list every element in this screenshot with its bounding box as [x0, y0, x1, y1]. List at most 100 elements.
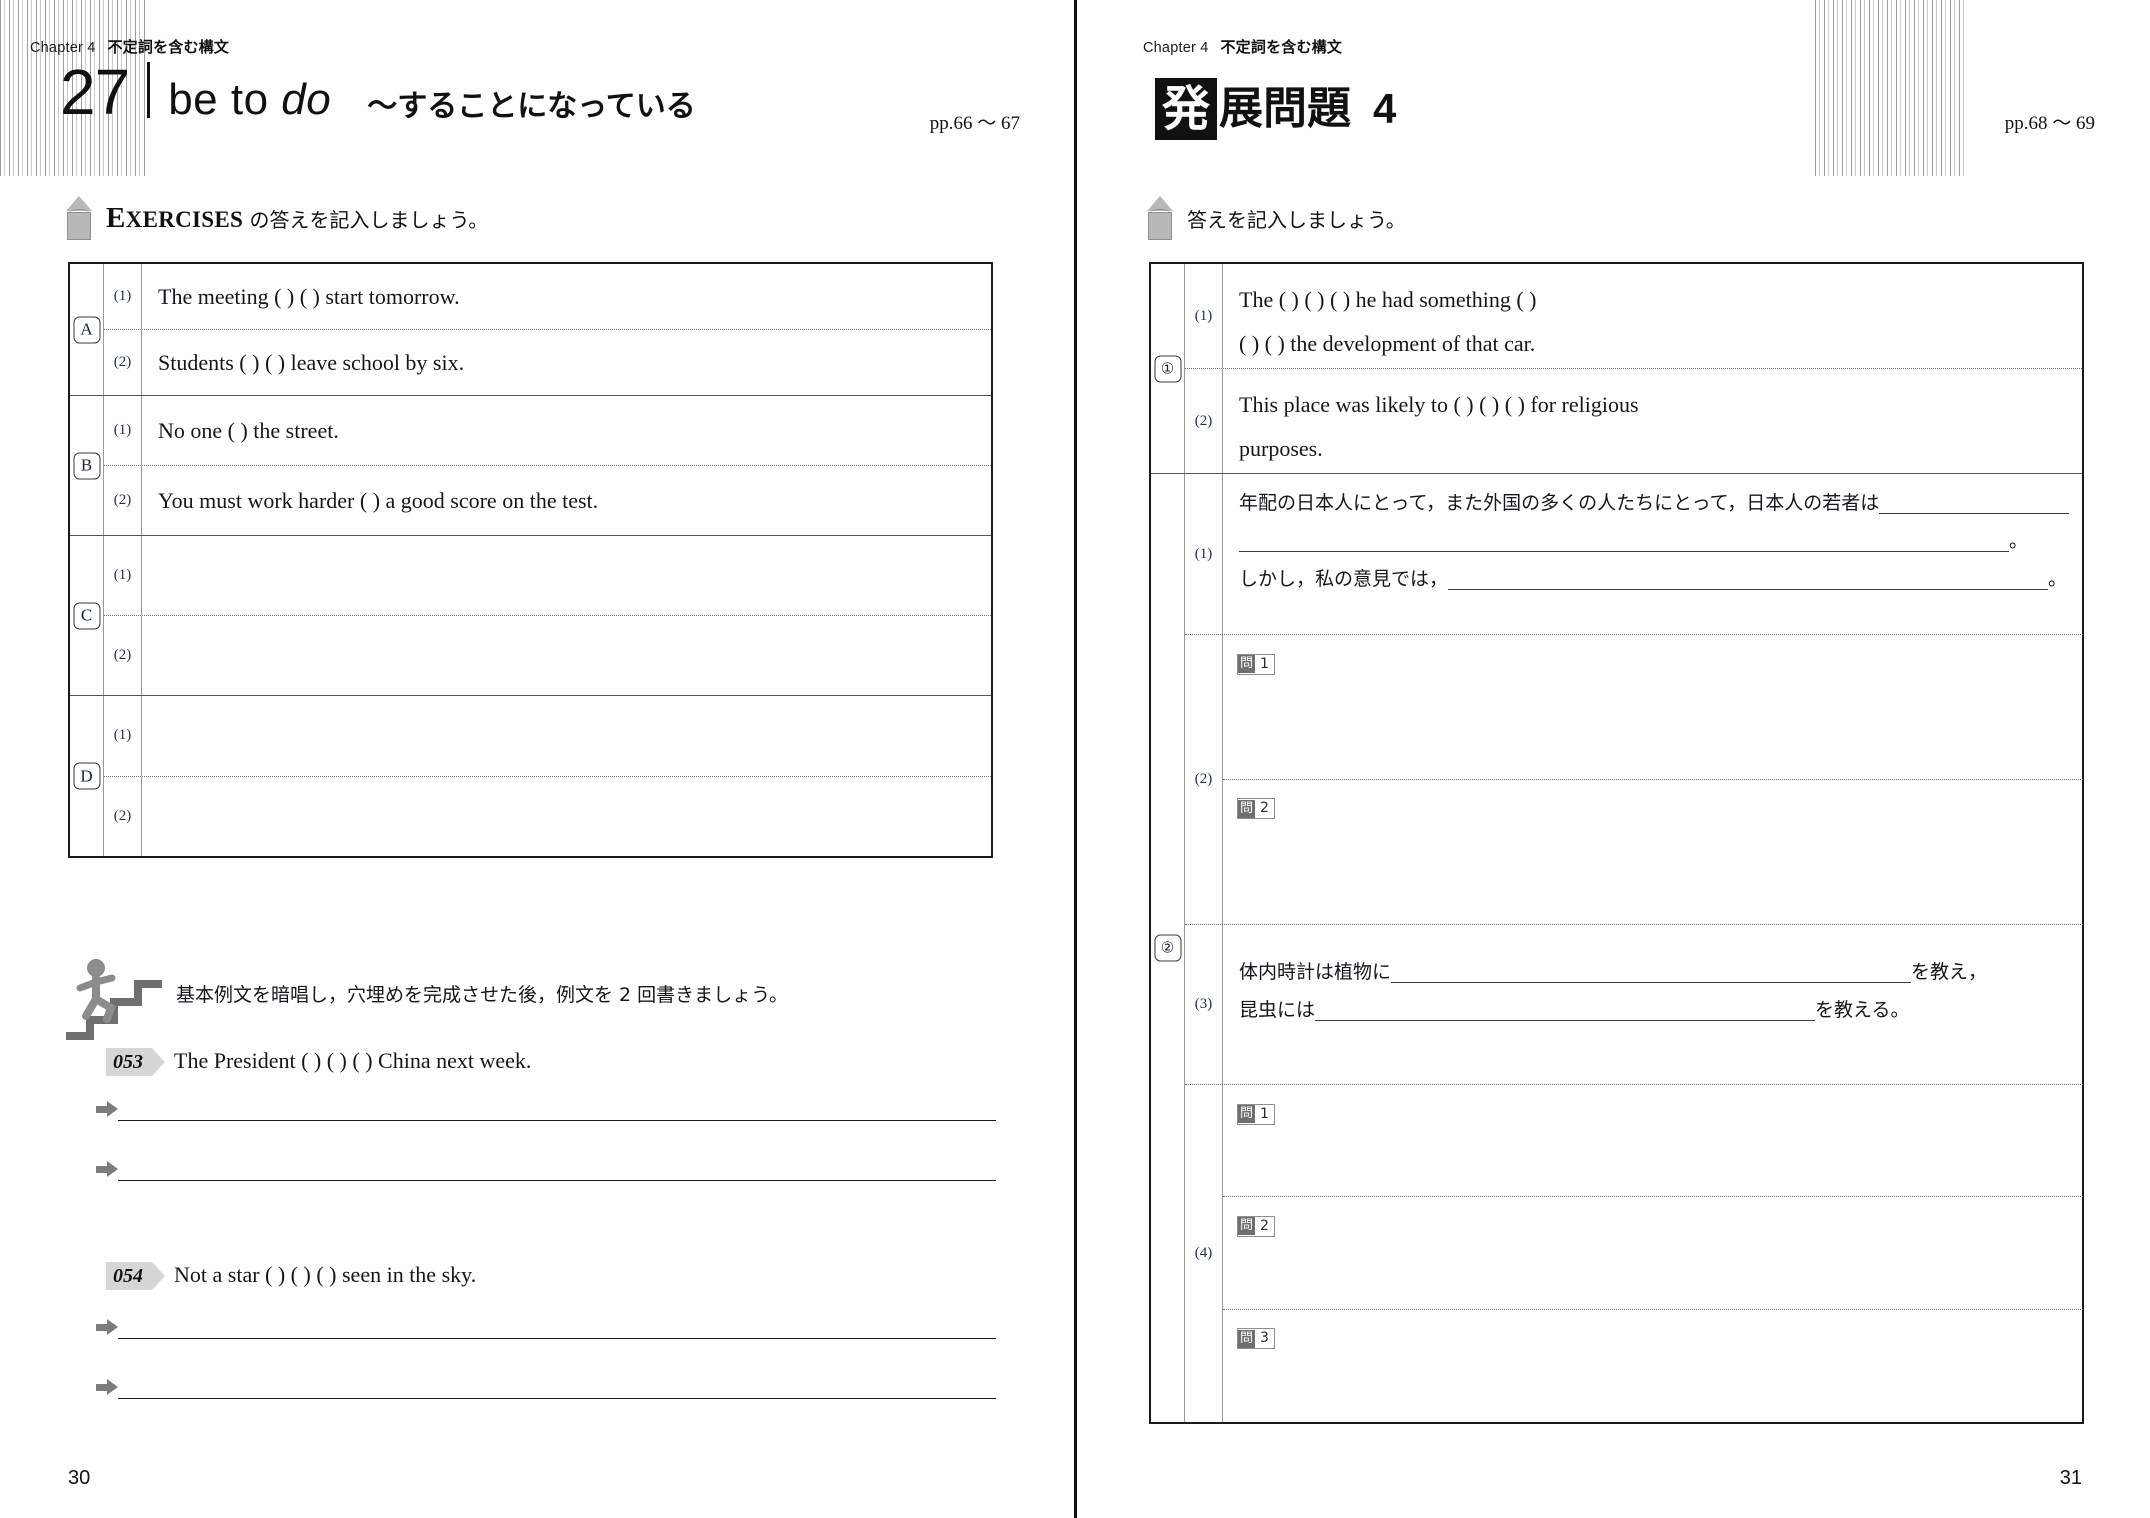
practice-instruction: 基本例文を暗唱し，穴埋めを完成させた後，例文を 2 回書きましょう。 [176, 984, 789, 1006]
row-number: (1) [104, 264, 142, 329]
row-answer-field[interactable]: The ( ) ( ) ( ) he had something ( ) ( )… [1223, 264, 2082, 368]
jp-text: を教え， [1911, 961, 1988, 983]
question-kanji: 問 [1238, 799, 1256, 818]
row-answer-field[interactable]: This place was likely to ( ) ( ) ( ) for… [1223, 369, 2082, 473]
exercise-group-d: D (1) (2) [70, 696, 991, 856]
advanced-group-1: ① (1) The ( ) ( ) ( ) he had something (… [1151, 264, 2082, 474]
row-answer-field[interactable]: 体内時計は植物に を教え， 昆虫には を教える。 [1223, 925, 2083, 1084]
row-number: (2) [1185, 369, 1223, 473]
table-row: (2) [104, 615, 991, 695]
row-answer-field[interactable]: 年配の日本人にとって，また外国の多くの人たちにとって，日本人の若者は 。 しかし… [1223, 474, 2083, 634]
table-row: (2) 問1 問2 [1185, 634, 2084, 925]
breadcrumb-right: Chapter 4 不定詞を含む構文 [1143, 36, 1342, 57]
table-row: (1) [104, 696, 991, 776]
section-number: 27 [60, 56, 130, 129]
section-title-jp: 〜することになっている [367, 89, 696, 124]
write-line-053-1[interactable] [96, 1100, 996, 1121]
question-badge-2: 問2 [1237, 798, 1275, 819]
row-number: (1) [1185, 264, 1223, 368]
chapter-label-left: Chapter 4 [30, 40, 96, 56]
write-line-054-2[interactable] [96, 1378, 996, 1399]
question-kanji: 問 [1238, 655, 1256, 673]
exercise-group-c: C (1) (2) [70, 536, 991, 696]
row-answer-field[interactable]: The meeting ( ) ( ) start tomorrow. [142, 264, 991, 329]
row-answer-field[interactable] [142, 536, 991, 615]
exercise-group-b: B (1) No one ( ) the street. (2) You mus… [70, 396, 991, 536]
row-answer-field[interactable]: No one ( ) the street. [142, 396, 991, 465]
row-answer-field[interactable]: Students ( ) ( ) leave school by six. [142, 330, 991, 395]
sub-question-slot[interactable]: 問2 [1223, 1197, 2084, 1310]
row-number: (1) [104, 396, 142, 465]
pencil-icon [1147, 196, 1173, 240]
row-answer-field[interactable] [142, 696, 991, 776]
row-number: (1) [104, 696, 142, 776]
page-number-right: 31 [2059, 1467, 2082, 1489]
breadcrumb-left: Chapter 4 不定詞を含む構文 [30, 36, 229, 57]
question-number: 1 [1255, 1104, 1274, 1124]
pencil-icon [66, 196, 92, 240]
table-row: (3) 体内時計は植物に を教え， 昆虫には を教える。 [1185, 924, 2084, 1084]
table-row: (4) 問1 問2 問 3 [1185, 1084, 2084, 1422]
group-badge-c: C [73, 602, 100, 629]
group-badge-2: ② [1154, 934, 1181, 962]
page-ref-right: pp.68 〜 69 [2004, 113, 2095, 134]
row-number: (2) [104, 330, 142, 395]
row-answer-field[interactable] [142, 777, 991, 857]
answer-line: ( ) ( ) the development of that car. [1239, 331, 1536, 356]
practice-section-header: 基本例文を暗唱し，穴埋めを完成させた後，例文を 2 回書きましょう。 [62, 952, 1002, 1112]
jp-text: 体内時計は植物に [1239, 961, 1392, 983]
jp-text: 。 [2048, 568, 2068, 590]
practice-sentence-053[interactable]: The President ( ) ( ) ( ) China next wee… [174, 1048, 531, 1074]
group-badge-d: D [73, 762, 100, 790]
answer-prompt-text: 答えを記入しましょう。 [1187, 207, 1406, 232]
arrow-right-icon [96, 1100, 118, 1118]
page-ref-left: pp.66 〜 67 [929, 113, 1020, 134]
sub-question-slot[interactable]: 問3 [1223, 1310, 2083, 1422]
page-spine [1074, 0, 1077, 1518]
exercises-prompt-left: EXERCISES の答えを記入しましょう。 [66, 196, 488, 240]
practice-badge-054: 054 [106, 1262, 165, 1290]
group-letter-cell-c: C [70, 536, 104, 695]
sub-question-slot[interactable]: 問1 [1223, 1085, 2084, 1198]
title-divider [147, 62, 151, 118]
question-kanji: 問 [1238, 1105, 1256, 1123]
question-badge-1: 問1 [1237, 1103, 1275, 1125]
right-page-title-number: 4 [1373, 85, 1397, 132]
group-badge-a: A [73, 316, 100, 343]
jp-text: 。 [2009, 530, 2029, 552]
group-number-cell-1: ① [1151, 264, 1185, 473]
row-answer-field[interactable]: 問1 問2 [1223, 635, 2084, 925]
question-number: 2 [1255, 1216, 1274, 1236]
sub-question-slot[interactable]: 問1 [1223, 635, 2084, 780]
row-answer-field[interactable] [142, 616, 991, 695]
write-line-054-1[interactable] [96, 1318, 996, 1339]
row-number: (3) [1185, 925, 1223, 1084]
practice-badge-053: 053 [106, 1048, 165, 1076]
left-page: Chapter 4 不定詞を含む構文 27 be to do 〜することになって… [0, 0, 1075, 1518]
row-number: (2) [1185, 635, 1223, 924]
row-number: (4) [1185, 1085, 1223, 1422]
table-row: (2) This place was likely to ( ) ( ) ( )… [1185, 368, 2082, 473]
write-line-053-2[interactable] [96, 1160, 996, 1181]
header-stripe-decoration-right [1815, 0, 1965, 176]
answer-line: 昆虫には を教える。 [1239, 991, 2069, 1029]
hatsu-badge: 発 [1155, 78, 1217, 140]
answer-line: 体内時計は植物に を教え， [1239, 953, 2069, 991]
question-kanji: 問 [1238, 1217, 1256, 1236]
jp-text: 昆虫には [1239, 999, 1316, 1021]
sub-question-slot[interactable]: 問2 [1223, 780, 2083, 925]
jp-text: しかし，私の意見では， [1239, 568, 1449, 590]
row-answer-field[interactable]: 問1 問2 問3 [1223, 1085, 2084, 1422]
practice-item-054: 054 Not a star ( ) ( ) ( ) seen in the s… [106, 1262, 476, 1290]
advanced-exercise-table: ① (1) The ( ) ( ) ( ) he had something (… [1149, 262, 2084, 1424]
jp-text: 年配の日本人にとって，また外国の多くの人たちにとって，日本人の若者は [1239, 492, 1880, 514]
table-row: (1) 年配の日本人にとって，また外国の多くの人たちにとって，日本人の若者は 。… [1185, 474, 2083, 634]
practice-sentence-054[interactable]: Not a star ( ) ( ) ( ) seen in the sky. [174, 1262, 476, 1288]
arrow-right-icon [96, 1318, 118, 1336]
right-page-title-text: 展問題 [1219, 83, 1351, 134]
table-row: (1) The meeting ( ) ( ) start tomorrow. [104, 264, 991, 329]
question-number: 1 [1255, 654, 1274, 674]
chapter-title-left: 不定詞を含む構文 [107, 39, 230, 56]
row-answer-field[interactable]: You must work harder ( ) a good score on… [142, 466, 991, 535]
group-letter-cell-a: A [70, 264, 104, 395]
